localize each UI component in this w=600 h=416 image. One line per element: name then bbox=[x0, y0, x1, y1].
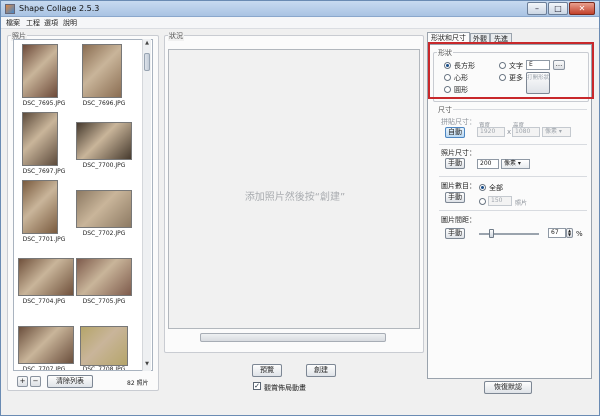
photo-filename: DSC_7701.JPG bbox=[22, 236, 66, 243]
photo-item[interactable]: DSC_7707.JPG bbox=[14, 40, 74, 370]
preview-button[interactable]: 預覽 bbox=[252, 364, 282, 377]
auto-size-button[interactable]: 自動 bbox=[445, 127, 465, 138]
progress-bar bbox=[200, 333, 386, 342]
times-sign: x bbox=[507, 128, 512, 136]
photo-unit-select[interactable]: 像素 ▾ bbox=[501, 159, 530, 169]
scroll-up-icon[interactable]: ▲ bbox=[143, 40, 151, 48]
photo-size-label: 照片尺寸： bbox=[441, 149, 476, 157]
photo-thumbnail[interactable] bbox=[76, 122, 132, 160]
app-icon bbox=[5, 4, 15, 14]
count-unit-label: 照片 bbox=[515, 200, 528, 207]
photo-thumbnail[interactable] bbox=[22, 180, 58, 234]
restore-defaults-button[interactable]: 恢復默認 bbox=[484, 381, 532, 394]
count-custom-radio[interactable] bbox=[479, 198, 486, 205]
photo-thumbnail[interactable] bbox=[76, 258, 132, 296]
photo-filename: DSC_7697.JPG bbox=[22, 168, 66, 175]
photo-size-input[interactable]: 200 bbox=[477, 159, 499, 169]
menu-file[interactable]: 檔案 bbox=[6, 18, 20, 28]
photo-filename: DSC_7704.JPG bbox=[22, 298, 66, 305]
photo-count-manual-button[interactable]: 手動 bbox=[445, 192, 465, 203]
unit-select-value: 像素 bbox=[545, 128, 558, 135]
photo-thumbnail[interactable] bbox=[76, 190, 132, 228]
maximize-icon[interactable]: □ bbox=[548, 2, 568, 15]
preview-group-label: 狀況 bbox=[168, 31, 184, 41]
collage-size-label: 拼貼尺寸： bbox=[441, 118, 476, 126]
create-button[interactable]: 創建 bbox=[306, 364, 336, 377]
photo-size-manual-button[interactable]: 手動 bbox=[445, 158, 465, 169]
scroll-thumb[interactable] bbox=[144, 53, 150, 71]
count-all-radio[interactable] bbox=[479, 184, 486, 191]
spacing-slider-thumb[interactable] bbox=[489, 229, 494, 238]
photo-item[interactable]: DSC_7708.JPG bbox=[74, 40, 134, 370]
canvas-hint: 添加照片然後按“創建” bbox=[244, 192, 346, 203]
menu-project[interactable]: 工程 bbox=[26, 18, 40, 28]
divider-photo-count bbox=[439, 176, 587, 177]
spacing-input[interactable]: 67 bbox=[548, 228, 566, 238]
animate-checkbox[interactable]: ✓ bbox=[253, 382, 261, 390]
width-input[interactable]: 1920 bbox=[477, 127, 505, 137]
app-window: Shape Collage 2.5.3 – □ ✕ 檔案 工程 選項 說明 照片… bbox=[0, 0, 600, 416]
title-bar: Shape Collage 2.5.3 – □ ✕ bbox=[1, 1, 599, 17]
photo-filename: DSC_7708.JPG bbox=[82, 366, 126, 371]
photo-filename: DSC_7705.JPG bbox=[82, 298, 126, 305]
size-group-label: 尺寸 bbox=[437, 105, 453, 115]
size-divider bbox=[453, 109, 587, 110]
spacing-manual-button[interactable]: 手動 bbox=[445, 228, 465, 239]
collage-canvas: 添加照片然後按“創建” bbox=[168, 49, 420, 329]
spacing-slider-track[interactable] bbox=[479, 233, 539, 235]
animate-label: 觀賞佈局動畫 bbox=[264, 384, 306, 392]
photo-thumbnail[interactable] bbox=[18, 258, 74, 296]
photo-thumbnail[interactable] bbox=[22, 112, 58, 166]
unit-select[interactable]: 像素 ▾ bbox=[542, 127, 571, 137]
menu-bar: 檔案 工程 選項 說明 bbox=[1, 17, 599, 29]
scroll-down-icon[interactable]: ▼ bbox=[143, 361, 151, 369]
divider-spacing bbox=[439, 210, 587, 211]
spacing-label: 圖片間距： bbox=[441, 216, 476, 224]
spacing-spinner-icon[interactable]: ▲ ▼ bbox=[566, 228, 573, 238]
photo-count-label: 圖片數目： bbox=[441, 182, 476, 190]
count-input[interactable]: 150 bbox=[488, 196, 512, 206]
window-title: Shape Collage 2.5.3 bbox=[19, 4, 100, 13]
count-all-label: 全部 bbox=[489, 184, 503, 192]
photo-filename: DSC_7707.JPG bbox=[22, 366, 66, 371]
close-icon[interactable]: ✕ bbox=[569, 2, 595, 15]
clear-list-button[interactable]: 清除列表 bbox=[47, 375, 93, 388]
height-input[interactable]: 1080 bbox=[512, 127, 540, 137]
photo-filename: DSC_7702.JPG bbox=[82, 230, 126, 237]
menu-options[interactable]: 選項 bbox=[44, 18, 58, 28]
photo-list[interactable]: DSC_7695.JPG DSC_7696.JPG DSC_7697.JPG DSC_… bbox=[13, 39, 153, 371]
minimize-icon[interactable]: – bbox=[527, 2, 547, 15]
spacing-unit-label: % bbox=[576, 230, 583, 238]
remove-photo-button[interactable]: − bbox=[30, 376, 41, 387]
photo-count: 82 照片 bbox=[127, 380, 149, 387]
photo-thumbnail[interactable] bbox=[80, 326, 128, 366]
menu-help[interactable]: 說明 bbox=[63, 18, 77, 28]
divider-photo-size bbox=[439, 144, 587, 145]
photo-unit-value: 像素 bbox=[504, 160, 517, 167]
photo-thumbnail[interactable] bbox=[18, 326, 74, 364]
photo-filename: DSC_7700.JPG bbox=[82, 162, 126, 169]
photo-list-scrollbar[interactable]: ▲ ▼ bbox=[142, 39, 151, 371]
shape-highlight-box bbox=[428, 42, 594, 99]
add-photo-button[interactable]: + bbox=[17, 376, 28, 387]
